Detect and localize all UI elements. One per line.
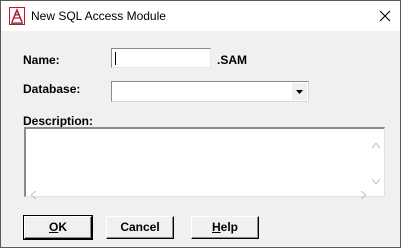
sql-module-icon <box>9 7 25 25</box>
cancel-label: Cancel <box>120 220 160 234</box>
scroll-up-icon[interactable] <box>371 135 381 153</box>
text-caret <box>115 52 116 65</box>
description-label: Description: <box>23 114 94 128</box>
name-input[interactable] <box>111 48 211 68</box>
database-dropdown-button[interactable] <box>292 83 307 100</box>
horizontal-scrollbar[interactable] <box>26 183 384 200</box>
scroll-left-icon[interactable] <box>30 186 37 204</box>
ok-label-rest: K <box>58 220 67 234</box>
database-select[interactable] <box>111 81 309 102</box>
ok-mnemonic: O <box>48 220 59 234</box>
close-icon <box>379 10 391 22</box>
window-title: New SQL Access Module <box>31 9 166 23</box>
title-bar[interactable]: New SQL Access Module <box>1 1 400 31</box>
help-mnemonic: H <box>211 220 221 234</box>
scroll-right-icon[interactable] <box>360 186 367 204</box>
new-sql-access-module-dialog: New SQL Access Module Name: .SAM Databas… <box>0 0 401 248</box>
cancel-button[interactable]: Cancel <box>106 216 174 239</box>
chevron-down-icon <box>296 90 303 94</box>
ok-button[interactable]: OK <box>23 215 93 240</box>
description-textarea[interactable] <box>24 127 385 200</box>
close-button[interactable] <box>370 1 400 31</box>
database-label: Database: <box>23 82 81 96</box>
help-button[interactable]: Help <box>191 216 259 239</box>
name-extension: .SAM <box>217 53 247 67</box>
help-label-rest: elp <box>220 220 238 234</box>
name-label: Name: <box>23 53 60 67</box>
